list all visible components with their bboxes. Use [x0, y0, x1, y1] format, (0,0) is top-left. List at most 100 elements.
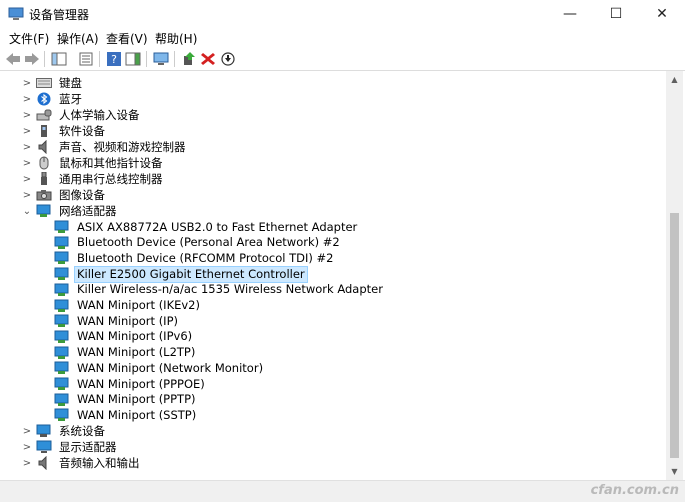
network-adapter-item[interactable]: WAN Miniport (SSTP) [54, 407, 198, 423]
show-hide-console-tree-button[interactable] [50, 50, 68, 68]
display-adapter-icon [36, 440, 52, 454]
expand-chevron-icon[interactable]: > [22, 171, 32, 187]
menu-file[interactable]: 文件(F) [9, 30, 49, 47]
network-adapter-label: WAN Miniport (PPPOE) [77, 376, 205, 391]
scroll-down-arrow-icon[interactable]: ▼ [666, 463, 683, 480]
expand-chevron-icon[interactable]: > [22, 187, 32, 203]
usb-icon [36, 172, 52, 186]
network-adapter-icon [54, 408, 70, 422]
network-adapter-item[interactable]: ASIX AX88772A USB2.0 to Fast Ethernet Ad… [54, 219, 359, 235]
toolbar-separator [99, 51, 100, 67]
network-adapter-item[interactable]: Killer Wireless-n/a/ac 1535 Wireless Net… [54, 282, 385, 298]
network-adapter-item[interactable]: WAN Miniport (L2TP) [54, 345, 197, 361]
device-manager-icon [8, 7, 24, 20]
expand-chevron-icon[interactable]: > [22, 155, 32, 171]
title-bar: 设备管理器 — ☐ ✕ [0, 0, 685, 28]
network-adapter-label: WAN Miniport (SSTP) [77, 407, 197, 422]
keyboard-icon [36, 76, 52, 90]
menu-view[interactable]: 查看(V) [106, 30, 148, 47]
expand-chevron-icon[interactable]: > [22, 107, 32, 123]
close-button[interactable]: ✕ [639, 0, 685, 28]
maximize-button[interactable]: ☐ [593, 0, 639, 28]
device-tree: > 键盘 > 蓝牙 > 人体学输入设备 > 软件设备 > 声音、视频和游戏控制器… [0, 71, 666, 480]
disable-device-button[interactable] [219, 50, 237, 68]
vertical-scrollbar[interactable]: ▲ ▼ [666, 71, 683, 480]
hid-icon [36, 108, 52, 122]
update-driver-icon [184, 52, 195, 65]
console-tree-icon [51, 52, 67, 66]
help-button[interactable]: ? [105, 50, 123, 68]
network-adapter-icon [54, 299, 70, 313]
status-bar: cfan.com.cn [0, 480, 685, 502]
network-adapter-icon [54, 267, 70, 281]
network-adapter-item[interactable]: Bluetooth Device (Personal Area Network)… [54, 235, 342, 251]
tree-item-software-devices[interactable]: > 软件设备 [22, 123, 107, 139]
expand-chevron-icon[interactable]: > [22, 91, 32, 107]
action-pane-button[interactable] [124, 50, 142, 68]
camera-icon [36, 188, 52, 202]
tree-item-network-adapters[interactable]: ⌄ 网络适配器 [22, 203, 119, 219]
update-driver-button[interactable] [180, 50, 198, 68]
collapse-chevron-icon[interactable]: ⌄ [22, 203, 32, 219]
network-adapter-item[interactable]: WAN Miniport (PPTP) [54, 392, 198, 408]
tree-item-label: 显示适配器 [59, 439, 117, 454]
expand-chevron-icon[interactable]: > [22, 123, 32, 139]
scroll-thumb[interactable] [670, 213, 679, 458]
network-adapter-icon [54, 330, 70, 344]
back-button[interactable] [4, 50, 22, 68]
uninstall-device-button[interactable] [199, 50, 217, 68]
scan-hardware-button[interactable] [152, 50, 170, 68]
watermark-text: cfan.com.cn [590, 483, 679, 498]
expand-chevron-icon[interactable]: > [22, 139, 32, 155]
tree-item-hid[interactable]: > 人体学输入设备 [22, 107, 142, 123]
scroll-up-arrow-icon[interactable]: ▲ [666, 71, 683, 88]
expand-chevron-icon[interactable]: > [22, 439, 32, 455]
menu-action[interactable]: 操作(A) [57, 30, 99, 47]
svg-text:?: ? [111, 53, 117, 66]
network-adapter-item[interactable]: WAN Miniport (Network Monitor) [54, 360, 265, 376]
tree-item-mice[interactable]: > 鼠标和其他指针设备 [22, 155, 165, 171]
network-adapter-icon [36, 204, 52, 218]
network-adapter-label: WAN Miniport (PPTP) [77, 392, 196, 407]
tree-item-label: 鼠标和其他指针设备 [59, 155, 163, 170]
forward-arrow-icon [25, 53, 39, 65]
red-x-icon [201, 53, 215, 65]
monitor-scan-icon [153, 52, 169, 65]
system-device-icon [36, 424, 52, 438]
audio-io-icon [36, 456, 52, 470]
tree-item-keyboards[interactable]: > 键盘 [22, 75, 84, 91]
expand-chevron-icon[interactable]: > [22, 423, 32, 439]
tree-item-sound-video-game[interactable]: > 声音、视频和游戏控制器 [22, 139, 188, 155]
network-adapter-label: WAN Miniport (Network Monitor) [77, 360, 264, 375]
network-adapter-item[interactable]: WAN Miniport (IKEv2) [54, 298, 202, 314]
menu-help[interactable]: 帮助(H) [155, 30, 197, 47]
network-adapter-item[interactable]: WAN Miniport (PPPOE) [54, 376, 207, 392]
network-adapter-item[interactable]: WAN Miniport (IP) [54, 313, 180, 329]
network-adapter-item[interactable]: Killer E2500 Gigabit Ethernet Controller [54, 265, 308, 283]
forward-button[interactable] [23, 50, 41, 68]
back-arrow-icon [6, 53, 20, 65]
tree-item-label: 软件设备 [59, 123, 105, 138]
help-icon: ? [107, 52, 121, 66]
tree-item-audio-io[interactable]: > 音频输入和输出 [22, 455, 142, 471]
tree-item-system-devices[interactable]: > 系统设备 [22, 423, 107, 439]
tree-item-bluetooth[interactable]: > 蓝牙 [22, 91, 84, 107]
network-adapter-item[interactable]: Bluetooth Device (RFCOMM Protocol TDI) #… [54, 250, 336, 266]
speaker-icon [36, 140, 52, 154]
network-adapter-icon [54, 283, 70, 297]
tree-item-imaging-devices[interactable]: > 图像设备 [22, 187, 107, 203]
tree-item-label: 网络适配器 [59, 203, 117, 218]
down-arrow-circle-icon [221, 52, 235, 66]
tree-item-usb-controllers[interactable]: > 通用串行总线控制器 [22, 171, 165, 187]
expand-chevron-icon[interactable]: > [22, 455, 32, 471]
tree-item-label: 声音、视频和游戏控制器 [59, 139, 186, 154]
minimize-button[interactable]: — [547, 0, 593, 28]
network-adapter-icon [54, 346, 70, 360]
network-adapter-item[interactable]: WAN Miniport (IPv6) [54, 329, 194, 345]
tree-item-label: 通用串行总线控制器 [59, 171, 163, 186]
expand-chevron-icon[interactable]: > [22, 75, 32, 91]
tree-item-display-adapters[interactable]: > 显示适配器 [22, 439, 119, 455]
menu-bar: 文件(F) 操作(A) 查看(V) 帮助(H) [0, 28, 685, 48]
mouse-icon [36, 156, 52, 170]
properties-button[interactable] [77, 50, 95, 68]
